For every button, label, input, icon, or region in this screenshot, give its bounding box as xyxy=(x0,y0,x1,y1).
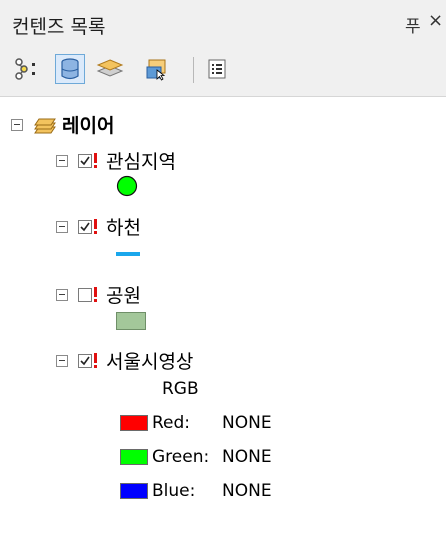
green-swatch xyxy=(120,449,148,465)
layer-name: 하천 xyxy=(106,217,141,239)
layer-name: 공원 xyxy=(106,285,141,307)
list-by-visibility-icon xyxy=(96,59,124,77)
list-by-selection-icon xyxy=(146,59,166,81)
polygon-symbol xyxy=(116,312,146,330)
list-by-drawing-order-icon xyxy=(15,58,35,80)
collapse-layer-toggle[interactable] xyxy=(56,220,68,233)
layer-visibility-checkbox[interactable] xyxy=(78,353,92,368)
layer-visibility-checkbox[interactable] xyxy=(78,219,92,234)
broken-source-icon xyxy=(93,153,98,168)
checkmark-icon xyxy=(80,356,90,365)
contents-panel: 컨텐즈 목록 푸 × 레이어 관심지역 하천 공원 서울시영상 RGB Red:… xyxy=(0,0,446,549)
line-symbol xyxy=(116,252,140,256)
band-label: Red: xyxy=(152,413,191,433)
band-value: NONE xyxy=(222,481,272,501)
layer-name: 서울시영상 xyxy=(106,351,194,373)
toc-toolbar xyxy=(0,46,446,97)
band-value: NONE xyxy=(222,447,272,467)
rgb-band-row: Blue: NONE xyxy=(120,481,272,501)
band-label: Green: xyxy=(152,447,210,467)
layer-row[interactable]: 하천 xyxy=(56,213,141,240)
collapse-layer-toggle[interactable] xyxy=(56,154,68,167)
collapse-layer-toggle[interactable] xyxy=(56,288,68,301)
layer-row[interactable]: 공원 xyxy=(56,281,141,308)
band-value: NONE xyxy=(222,413,272,433)
layer-tree: 레이어 관심지역 하천 공원 서울시영상 RGB Red: NONE Green… xyxy=(0,97,446,549)
pin-icon[interactable]: 푸 xyxy=(405,12,421,37)
layers-icon xyxy=(34,118,56,133)
layer-row[interactable]: 서울시영상 xyxy=(56,347,193,374)
broken-source-icon xyxy=(93,287,98,302)
red-swatch xyxy=(120,415,148,431)
layer-visibility-checkbox[interactable] xyxy=(78,153,92,168)
list-by-selection-button[interactable] xyxy=(141,54,171,84)
rgb-band-row: Green: NONE xyxy=(120,447,272,467)
broken-source-icon xyxy=(93,353,98,368)
list-by-visibility-button[interactable] xyxy=(95,54,125,84)
layer-row[interactable]: 관심지역 xyxy=(56,147,176,174)
list-by-drawing-order-button[interactable] xyxy=(12,54,42,84)
root-label: 레이어 xyxy=(62,115,115,137)
rgb-band-row: Red: NONE xyxy=(120,413,272,433)
collapse-root-toggle[interactable] xyxy=(11,118,23,131)
close-icon[interactable]: × xyxy=(428,10,443,31)
band-label: Blue: xyxy=(152,481,196,501)
broken-source-icon xyxy=(93,219,98,234)
panel-title: 컨텐즈 목록 xyxy=(12,16,106,38)
checkmark-icon xyxy=(80,222,90,231)
layer-name: 관심지역 xyxy=(106,151,176,173)
circle-symbol xyxy=(116,175,138,197)
list-by-source-icon xyxy=(61,58,79,80)
list-by-source-button[interactable] xyxy=(55,54,85,84)
blue-swatch xyxy=(120,483,148,499)
rgb-heading: RGB xyxy=(162,379,199,399)
options-button[interactable] xyxy=(202,54,232,84)
options-icon xyxy=(208,59,226,79)
layer-visibility-checkbox[interactable] xyxy=(78,287,92,302)
checkmark-icon xyxy=(80,156,90,165)
tree-root-row[interactable]: 레이어 xyxy=(11,111,114,138)
panel-titlebar: 컨텐즈 목록 푸 × xyxy=(0,0,446,46)
collapse-layer-toggle[interactable] xyxy=(56,354,68,367)
toolbar-separator xyxy=(193,57,194,83)
